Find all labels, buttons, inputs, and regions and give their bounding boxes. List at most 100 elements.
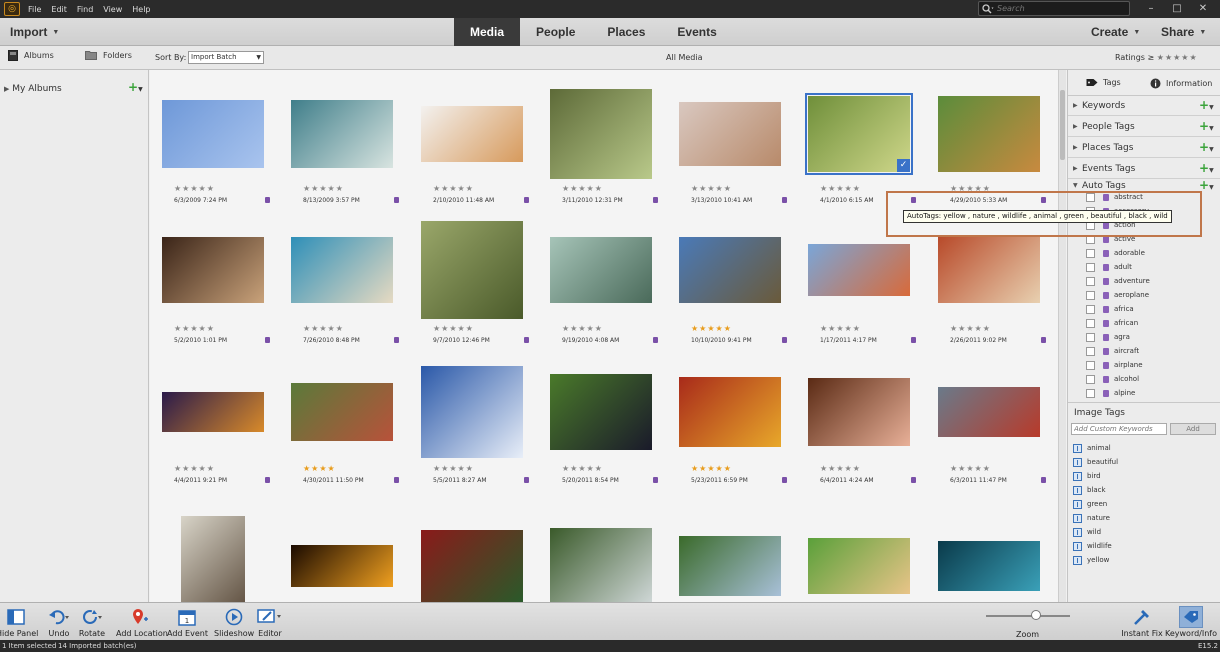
add-location-button[interactable]: Add Location bbox=[116, 607, 168, 638]
add-keyword-button[interactable]: +▼ bbox=[1199, 98, 1214, 112]
tab-events[interactable]: Events bbox=[661, 18, 732, 46]
search-icon[interactable] bbox=[982, 3, 994, 14]
photo-thumbnail[interactable]: ✓ bbox=[805, 93, 913, 175]
tag-badge-icon[interactable] bbox=[653, 197, 658, 203]
zoom-slider-thumb[interactable] bbox=[1031, 610, 1041, 620]
rating-stars[interactable]: ★★★★★ bbox=[562, 464, 603, 473]
media-thumbnail-cell[interactable] bbox=[291, 490, 421, 602]
image-tag-item[interactable]: green bbox=[1073, 497, 1107, 511]
rating-stars[interactable]: ★★★★★ bbox=[433, 184, 474, 193]
tag-badge-icon[interactable] bbox=[1041, 477, 1046, 483]
rating-stars[interactable]: ★★★★ bbox=[303, 464, 336, 473]
albums-tab[interactable]: Albums bbox=[8, 50, 54, 61]
checkbox[interactable] bbox=[1086, 248, 1095, 258]
rating-stars[interactable]: ★★★★★ bbox=[303, 324, 344, 333]
photo-thumbnail[interactable] bbox=[291, 237, 393, 303]
add-event-button[interactable]: 1 Add Event bbox=[167, 607, 208, 638]
create-button[interactable]: Create ▼ bbox=[1091, 25, 1140, 39]
media-thumbnail-cell[interactable]: ★★★★★ 5/20/2011 8:54 PM bbox=[550, 350, 680, 490]
media-thumbnail-cell[interactable]: ★★★★★ 9/7/2010 12:46 PM bbox=[421, 210, 551, 350]
menu-file[interactable]: File bbox=[28, 5, 41, 14]
photo-thumbnail[interactable] bbox=[679, 237, 781, 303]
rating-stars[interactable]: ★★★★★ bbox=[820, 324, 861, 333]
image-tag-item[interactable]: animal bbox=[1073, 441, 1111, 455]
checkbox[interactable] bbox=[1086, 276, 1095, 286]
photo-thumbnail[interactable] bbox=[550, 374, 652, 450]
editor-button[interactable]: Editor bbox=[255, 607, 285, 638]
image-tag-item[interactable]: bird bbox=[1073, 469, 1101, 483]
auto-tag-item[interactable]: alpine bbox=[1086, 386, 1135, 400]
media-thumbnail-cell[interactable]: ★★★★★ 6/4/2011 4:24 AM bbox=[808, 350, 938, 490]
photo-thumbnail[interactable] bbox=[162, 100, 264, 168]
ratings-stars[interactable]: ★★★★★ bbox=[1157, 53, 1198, 62]
checkbox[interactable] bbox=[1086, 290, 1095, 300]
zoom-slider-track[interactable] bbox=[986, 615, 1070, 617]
media-thumbnail-cell[interactable]: ★★★★★ 4/29/2010 5:33 AM bbox=[938, 70, 1058, 210]
photo-thumbnail[interactable] bbox=[291, 383, 393, 441]
close-icon[interactable]: ✕ bbox=[1190, 1, 1216, 16]
photo-thumbnail[interactable] bbox=[162, 392, 264, 432]
keywords-section[interactable]: ▶ Keywords +▼ bbox=[1068, 96, 1220, 116]
sortby-select[interactable]: Import Batch ▼ bbox=[188, 51, 264, 64]
auto-tag-item[interactable]: airplane bbox=[1086, 358, 1143, 372]
add-people-tag-button[interactable]: +▼ bbox=[1199, 119, 1214, 133]
rating-stars[interactable]: ★★★★★ bbox=[691, 464, 732, 473]
checkbox[interactable] bbox=[1086, 346, 1095, 356]
tag-badge-icon[interactable] bbox=[1041, 337, 1046, 343]
auto-tag-item[interactable]: adventure bbox=[1086, 274, 1150, 288]
tag-badge-icon[interactable] bbox=[653, 337, 658, 343]
media-thumbnail-cell[interactable]: ★★★★ 4/30/2011 11:50 PM bbox=[291, 350, 421, 490]
tag-badge-icon[interactable] bbox=[911, 337, 916, 343]
photo-thumbnail[interactable] bbox=[162, 237, 264, 303]
auto-tag-item[interactable]: african bbox=[1086, 316, 1138, 330]
grid-scrollbar[interactable] bbox=[1058, 70, 1066, 602]
rating-stars[interactable]: ★★★★★ bbox=[174, 464, 215, 473]
media-thumbnail-cell[interactable] bbox=[162, 490, 292, 602]
checkbox[interactable] bbox=[1086, 318, 1095, 328]
media-thumbnail-cell[interactable]: ★★★★★ 10/10/2010 9:41 PM bbox=[679, 210, 809, 350]
media-thumbnail-cell[interactable]: ★★★★★ 3/11/2010 12:31 PM bbox=[550, 70, 680, 210]
media-thumbnail-cell[interactable]: ★★★★★ 4/4/2011 9:21 PM bbox=[162, 350, 292, 490]
media-thumbnail-cell[interactable]: ★★★★★ 9/19/2010 4:08 AM bbox=[550, 210, 680, 350]
custom-keywords-input[interactable] bbox=[1071, 423, 1167, 435]
photo-thumbnail[interactable] bbox=[181, 516, 245, 602]
rating-stars[interactable]: ★★★★★ bbox=[820, 184, 861, 193]
tag-badge-icon[interactable] bbox=[265, 337, 270, 343]
photo-thumbnail[interactable] bbox=[679, 102, 781, 166]
photo-thumbnail[interactable] bbox=[421, 106, 523, 162]
tag-badge-icon[interactable] bbox=[394, 337, 399, 343]
rating-stars[interactable]: ★★★★★ bbox=[433, 464, 474, 473]
minimize-icon[interactable]: – bbox=[1138, 1, 1164, 16]
rating-stars[interactable]: ★★★★★ bbox=[691, 184, 732, 193]
rating-stars[interactable]: ★★★★★ bbox=[691, 324, 732, 333]
import-button[interactable]: Import ▼ bbox=[10, 25, 59, 39]
tag-badge-icon[interactable] bbox=[782, 337, 787, 343]
photo-thumbnail[interactable] bbox=[421, 221, 523, 319]
checkbox[interactable] bbox=[1086, 374, 1095, 384]
auto-tag-item[interactable]: aeroplane bbox=[1086, 288, 1149, 302]
maximize-icon[interactable]: □ bbox=[1164, 1, 1190, 16]
media-thumbnail-cell[interactable]: ★★★★★ 6/3/2009 7:24 PM bbox=[162, 70, 292, 210]
photo-thumbnail[interactable] bbox=[550, 237, 652, 303]
auto-tag-item[interactable]: alcohol bbox=[1086, 372, 1139, 386]
photo-thumbnail[interactable] bbox=[679, 377, 781, 447]
tag-badge-icon[interactable] bbox=[524, 197, 529, 203]
menu-edit[interactable]: Edit bbox=[51, 5, 67, 14]
rating-stars[interactable]: ★★★★★ bbox=[303, 184, 344, 193]
tag-badge-icon[interactable] bbox=[911, 477, 916, 483]
tag-badge-icon[interactable] bbox=[394, 197, 399, 203]
rating-stars[interactable]: ★★★★★ bbox=[950, 464, 991, 473]
auto-tag-item[interactable]: adult bbox=[1086, 260, 1132, 274]
photo-thumbnail[interactable] bbox=[808, 378, 910, 446]
image-tag-item[interactable]: nature bbox=[1073, 511, 1110, 525]
my-albums-header[interactable]: ▶ My Albums bbox=[4, 84, 62, 94]
photo-thumbnail[interactable] bbox=[550, 528, 652, 602]
checkbox[interactable] bbox=[1086, 388, 1095, 398]
tag-badge-icon[interactable] bbox=[524, 477, 529, 483]
photo-thumbnail[interactable] bbox=[679, 536, 781, 596]
rating-stars[interactable]: ★★★★★ bbox=[562, 184, 603, 193]
folders-tab[interactable]: Folders bbox=[85, 50, 132, 60]
tab-people[interactable]: People bbox=[520, 18, 591, 46]
menu-help[interactable]: Help bbox=[132, 5, 150, 14]
photo-thumbnail[interactable] bbox=[938, 96, 1040, 172]
